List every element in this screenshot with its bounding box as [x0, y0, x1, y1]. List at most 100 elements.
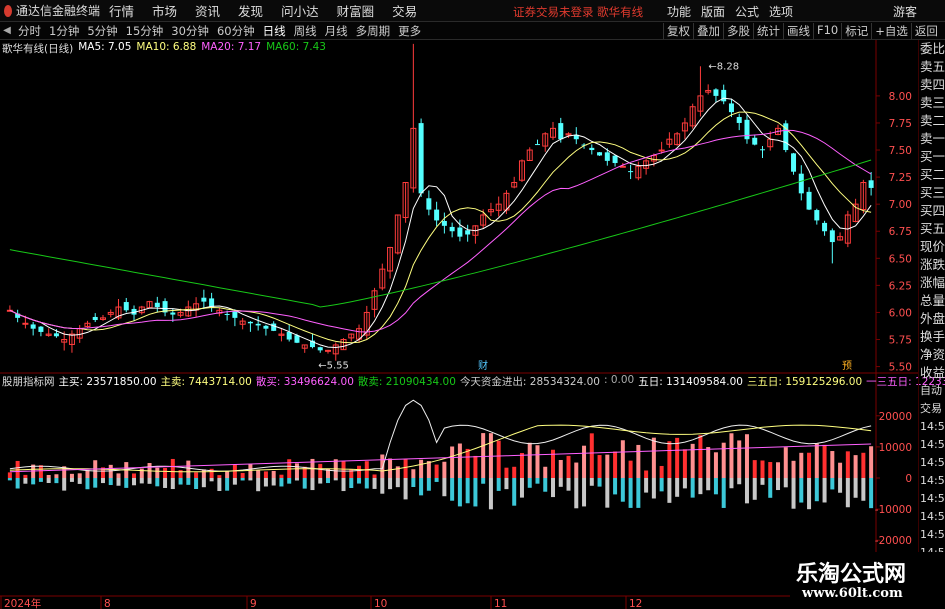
inflow-bar: [776, 462, 781, 478]
menu-item-market[interactable]: 市场: [143, 1, 186, 20]
menu-layout[interactable]: 版面: [696, 3, 730, 20]
kline-chart[interactable]: 8.00 7.75 7.50 7.25 7.00 6.75 6.50 6.25 6.00 5.75…: [0, 40, 918, 609]
sidebar-item[interactable]: 涨跌: [919, 256, 945, 274]
inflow-bar: [558, 459, 563, 478]
tool-overlay[interactable]: 叠加: [693, 23, 723, 39]
inflow-bar: [807, 452, 812, 478]
sidebar-item[interactable]: 卖一: [919, 130, 945, 148]
menu-options[interactable]: 选项: [764, 3, 798, 20]
sidebar-item[interactable]: 14:56: [919, 418, 945, 436]
tool-multistock[interactable]: 多股: [723, 23, 753, 39]
sidebar-item[interactable]: 卖二: [919, 112, 945, 130]
outflow-bar: [822, 478, 827, 503]
tool-adjust[interactable]: 复权: [663, 23, 693, 39]
indicator-name[interactable]: 股朋指标网: [2, 374, 55, 388]
period-15min[interactable]: 15分钟: [122, 23, 168, 39]
outflow-bar: [659, 478, 664, 492]
inflow-bar: [667, 441, 672, 478]
sidebar-item[interactable]: 14:56: [919, 490, 945, 508]
candle-body-down: [728, 103, 734, 113]
price-tick-label: 6.50: [889, 253, 912, 265]
outflow-bar: [93, 478, 98, 488]
candle-body-down: [736, 117, 742, 123]
candle-body-down: [434, 209, 440, 221]
sidebar-item[interactable]: 涨幅: [919, 274, 945, 292]
period-weekly[interactable]: 周线: [290, 23, 321, 39]
sidebar-item[interactable]: 卖四: [919, 76, 945, 94]
period-monthly[interactable]: 月线: [321, 23, 352, 39]
inflow-bar: [341, 461, 346, 478]
sidebar-item[interactable]: 交易: [919, 400, 945, 418]
candle-body-down: [465, 230, 471, 235]
sidebar-item[interactable]: 外盘: [919, 310, 945, 328]
app-title: 通达信金融终端: [15, 4, 100, 18]
menu-item-wealth[interactable]: 财富圈: [328, 1, 384, 20]
sidebar-item[interactable]: 14:56: [919, 526, 945, 544]
tool-draw[interactable]: 画线: [783, 23, 813, 39]
period-daily[interactable]: 日线: [259, 23, 290, 39]
stock-name[interactable]: 歌华有线(日线): [2, 41, 73, 56]
menu-item-news[interactable]: 资讯: [186, 1, 229, 20]
period-60min[interactable]: 60分钟: [213, 23, 259, 39]
candle-body-down: [441, 220, 447, 226]
main-sell-value: 主卖: 7443714.00: [160, 376, 252, 388]
tool-back[interactable]: 返回: [910, 23, 941, 39]
sidebar-item[interactable]: 14:56: [919, 508, 945, 526]
sidebar-item[interactable]: 买三: [919, 184, 945, 202]
sidebar-item[interactable]: 14:56: [919, 454, 945, 472]
outflow-bar: [713, 478, 718, 495]
inflow-bar: [388, 458, 393, 478]
sidebar-item[interactable]: 总量: [919, 292, 945, 310]
period-timeshare[interactable]: 分时: [14, 23, 45, 39]
tool-mark[interactable]: 标记: [841, 23, 871, 39]
inflow-bar: [442, 461, 447, 478]
tool-f10[interactable]: F10: [813, 23, 841, 39]
sidebar-item[interactable]: 换手: [919, 328, 945, 346]
sidebar-item[interactable]: 净资: [919, 346, 945, 364]
tool-stats[interactable]: 统计: [753, 23, 783, 39]
tool-add-watch[interactable]: +自选: [871, 23, 911, 39]
outflow-bar: [830, 478, 835, 490]
outflow-bar: [729, 478, 734, 489]
menu-function[interactable]: 功能: [662, 3, 696, 20]
inflow-bar: [698, 435, 703, 478]
forecast-marker: 预: [842, 360, 852, 372]
menu-item-discover[interactable]: 发现: [229, 1, 272, 20]
period-1min[interactable]: 1分钟: [45, 23, 83, 39]
outflow-bar: [605, 478, 610, 508]
period-30min[interactable]: 30分钟: [167, 23, 213, 39]
inflow-bar: [799, 452, 804, 478]
login-alert[interactable]: 证券交易未登录 歌华有线: [513, 4, 643, 20]
menu-item-quotes[interactable]: 行情: [100, 1, 143, 20]
sidebar-item[interactable]: 14:56: [919, 472, 945, 490]
chart-tools: 复权 叠加 多股 统计 画线 F10 标记 +自选 返回: [663, 23, 941, 39]
menu-item-assistant[interactable]: 问小达: [272, 1, 328, 20]
sidebar-item[interactable]: 买一: [919, 148, 945, 166]
sidebar-item[interactable]: 14:56: [919, 436, 945, 454]
sidebar-item[interactable]: 收益: [919, 364, 945, 382]
collapse-left-icon[interactable]: ◀: [0, 25, 14, 36]
inflow-bar: [613, 451, 618, 478]
candle-body-down: [449, 226, 455, 232]
sidebar-item[interactable]: 买四: [919, 202, 945, 220]
sidebar-item[interactable]: 卖五: [919, 58, 945, 76]
inflow-bar: [372, 474, 377, 478]
inflow-bar: [7, 472, 12, 478]
menu-item-trade[interactable]: 交易: [383, 1, 426, 20]
outflow-bar: [116, 478, 121, 486]
menu-formula[interactable]: 公式: [730, 3, 764, 20]
period-more[interactable]: 更多: [394, 23, 425, 39]
outflow-bar: [675, 478, 680, 497]
guest-label[interactable]: 游客: [893, 3, 917, 20]
outflow-bar: [15, 478, 20, 489]
period-5min[interactable]: 5分钟: [83, 23, 121, 39]
sidebar-item[interactable]: 委比: [919, 40, 945, 58]
sidebar-item[interactable]: 买二: [919, 166, 945, 184]
sidebar-item[interactable]: 买五: [919, 220, 945, 238]
sidebar-item[interactable]: 卖三: [919, 94, 945, 112]
period-multi[interactable]: 多周期: [352, 23, 395, 39]
sidebar-item[interactable]: 自动: [919, 382, 945, 400]
sidebar-item[interactable]: 现价: [919, 238, 945, 256]
candle-body-down: [286, 332, 292, 340]
candle-body-down: [534, 144, 540, 146]
